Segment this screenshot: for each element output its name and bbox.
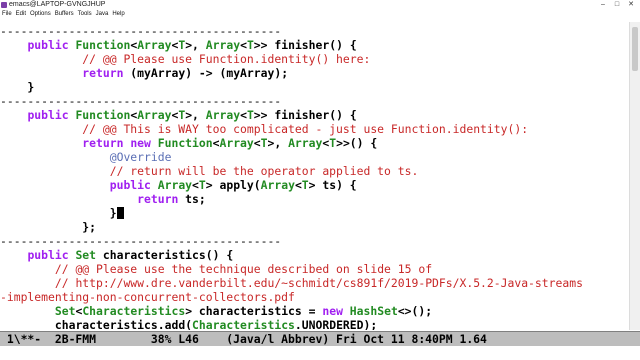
code-line[interactable]: // @@ Please use Function.identity() her… xyxy=(0,52,370,66)
code-line[interactable]: return new Function<Array<T>, Array<T>>(… xyxy=(0,136,377,150)
code-line[interactable]: characteristics.add(Characteristics.UNOR… xyxy=(0,318,377,330)
code-line[interactable]: // return will be the operator applied t… xyxy=(0,164,419,178)
code-line[interactable]: @Override xyxy=(0,150,172,164)
menu-help[interactable]: Help xyxy=(112,11,124,17)
emacs-app-icon xyxy=(1,2,7,8)
menu-java[interactable]: Java xyxy=(96,11,109,17)
menu-bar: File Edit Options Buffers Tools Java Help xyxy=(0,10,640,19)
code-line[interactable]: -implementing-non-concurrent-collectors.… xyxy=(0,290,295,304)
code-line[interactable]: } xyxy=(0,80,34,94)
code-line[interactable]: public Function<Array<T>, Array<T>> fini… xyxy=(0,38,356,52)
code-line[interactable]: } xyxy=(0,206,124,220)
separator-line[interactable]: ----------------------------------------… xyxy=(0,24,281,38)
separator-line[interactable]: ----------------------------------------… xyxy=(0,234,281,248)
code-line[interactable]: // @@ Please use the technique described… xyxy=(0,262,432,276)
code-line[interactable]: // http://www.dre.vanderbilt.edu/~schmid… xyxy=(0,276,583,290)
text-cursor xyxy=(116,207,124,219)
code-line[interactable]: public Array<T> apply(Array<T> ts) { xyxy=(0,178,357,192)
code-line[interactable]: public Function<Array<T>, Array<T>> fini… xyxy=(0,108,356,122)
scrollbar-thumb[interactable] xyxy=(632,27,638,71)
mode-line: 1\**- 2B-FMM 38% L46 (Java/l Abbrev) Fri… xyxy=(0,331,640,346)
code-line[interactable]: // @@ This is WAY too complicated - just… xyxy=(0,122,528,136)
code-line[interactable]: Set<Characteristics> characteristics = n… xyxy=(0,304,432,318)
maximize-icon[interactable]: □ xyxy=(612,0,622,10)
code-line[interactable]: public Set characteristics() { xyxy=(0,248,233,262)
menu-file[interactable]: File xyxy=(2,11,12,17)
code-line[interactable]: return (myArray) -> (myArray); xyxy=(0,66,288,80)
close-icon[interactable]: ✕ xyxy=(626,0,636,10)
menu-edit[interactable]: Edit xyxy=(16,11,26,17)
menu-tools[interactable]: Tools xyxy=(78,11,92,17)
menu-options[interactable]: Options xyxy=(30,11,51,17)
minibuffer[interactable] xyxy=(0,346,640,360)
title-bar: emacs@LAPTOP-GVNGJHUP – □ ✕ xyxy=(0,0,640,10)
minimize-icon[interactable]: – xyxy=(598,0,608,10)
separator-line[interactable]: ----------------------------------------… xyxy=(0,94,281,108)
code-line[interactable]: }; xyxy=(0,220,96,234)
vertical-scrollbar[interactable] xyxy=(629,22,640,330)
code-editor[interactable]: ----------------------------------------… xyxy=(0,22,628,330)
code-line[interactable]: return ts; xyxy=(0,192,206,206)
menu-list: File Edit Options Buffers Tools Java Help xyxy=(0,10,127,19)
window-title: emacs@LAPTOP-GVNGJHUP xyxy=(9,1,106,8)
menu-buffers[interactable]: Buffers xyxy=(55,11,74,17)
